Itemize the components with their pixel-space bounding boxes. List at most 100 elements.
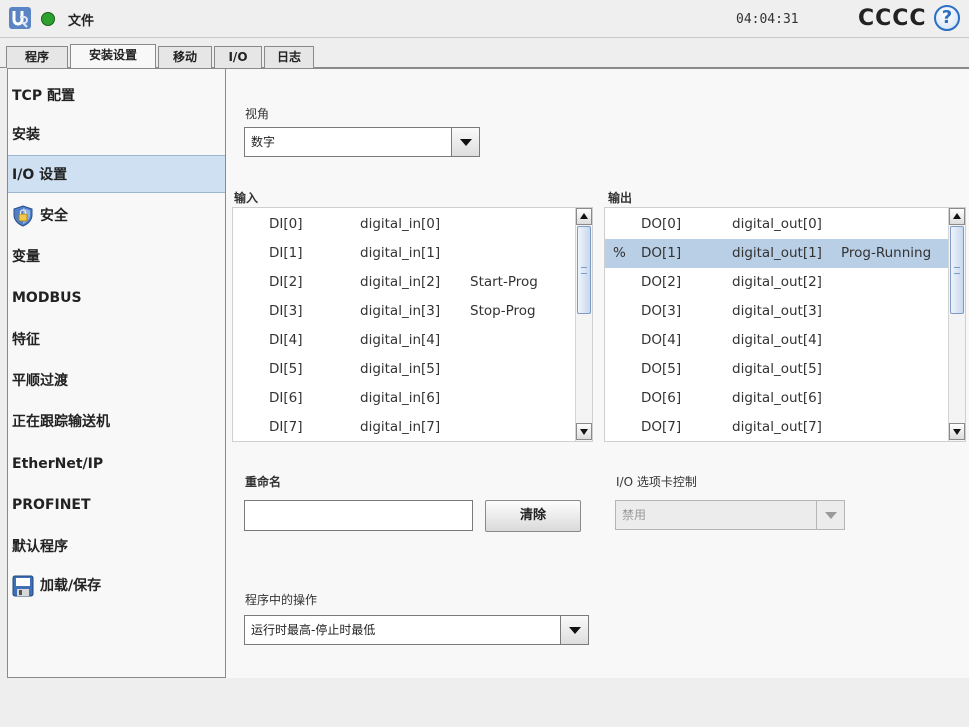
io-id: DI[6]	[269, 390, 303, 406]
io-id: DI[3]	[269, 303, 303, 319]
tab-installation[interactable]: 安装设置	[70, 44, 156, 69]
robot-name: CCCC	[858, 6, 927, 31]
io-name: digital_out[7]	[732, 419, 822, 435]
sidebar-item-conveyor-tracking[interactable]: 正在跟踪输送机	[8, 403, 225, 441]
io-name: digital_out[3]	[732, 303, 822, 319]
table-row[interactable]: % DO[1] digital_out[1] Prog-Running	[605, 239, 965, 268]
table-row[interactable]: DI[5] digital_in[5]	[233, 355, 592, 384]
program-action-value: 运行时最高-停止时最低	[251, 623, 376, 637]
ur-logo-icon	[9, 7, 31, 29]
view-label: 视角	[245, 107, 270, 121]
sidebar-item-features[interactable]: 特征	[8, 321, 225, 359]
input-scrollbar[interactable]	[575, 208, 592, 441]
io-id: DO[6]	[641, 390, 682, 406]
program-action-select[interactable]: 运行时最高-停止时最低	[244, 615, 589, 645]
sidebar-item-profinet[interactable]: PROFINET	[8, 486, 225, 524]
table-row[interactable]: DO[6] digital_out[6]	[605, 384, 965, 413]
io-id: DI[1]	[269, 245, 303, 261]
chevron-down-icon	[816, 501, 844, 529]
floppy-disk-icon	[12, 575, 34, 597]
view-select-value: 数字	[251, 135, 276, 149]
robot-status-icon[interactable]	[41, 12, 55, 26]
tab-log[interactable]: 日志	[264, 46, 314, 68]
sidebar-item-label: 安全	[40, 208, 68, 224]
scroll-down-icon[interactable]	[576, 423, 592, 440]
rename-label: 重命名	[245, 475, 282, 489]
table-row[interactable]: DI[4] digital_in[4]	[233, 326, 592, 355]
io-name: digital_out[6]	[732, 390, 822, 406]
sidebar-item-label: MODBUS	[12, 290, 82, 306]
scroll-up-icon[interactable]	[576, 208, 592, 225]
io-tab-control-value: 禁用	[622, 508, 647, 522]
sidebar-item-mounting[interactable]: 安装	[8, 116, 225, 154]
sidebar-item-io-setup[interactable]: I/O 设置	[8, 155, 225, 193]
io-name: digital_out[4]	[732, 332, 822, 348]
sidebar-item-safety[interactable]: 安全	[8, 197, 225, 235]
input-list[interactable]: DI[7] digital_in[7] DI[6] digital_in[6] DI[5…	[232, 207, 593, 442]
table-row[interactable]: DO[7] digital_out[7]	[605, 413, 965, 441]
io-tab-control-label: I/O 选项卡控制	[616, 475, 697, 489]
sidebar-item-label: 变量	[12, 249, 40, 265]
installation-sidebar: TCP 配置 安装 I/O 设置 安全 变量 MODBUS 特征 平顺过渡 正在…	[7, 68, 226, 678]
sidebar-item-modbus[interactable]: MODBUS	[8, 279, 225, 317]
io-id: DI[5]	[269, 361, 303, 377]
help-icon[interactable]: ?	[934, 5, 960, 31]
chevron-down-icon[interactable]	[451, 128, 479, 156]
scrollbar-thumb[interactable]	[577, 226, 591, 314]
table-row[interactable]: DI[2] digital_in[2] Start-Prog	[233, 268, 592, 297]
table-row[interactable]: DI[6] digital_in[6]	[233, 384, 592, 413]
scroll-up-icon[interactable]	[949, 208, 965, 225]
table-row[interactable]: DI[7] digital_in[7]	[233, 413, 592, 441]
io-name: digital_out[1]	[732, 245, 822, 261]
io-mode-marker: %	[613, 245, 626, 261]
sidebar-item-label: 特征	[12, 332, 40, 348]
io-id: DO[7]	[641, 419, 682, 435]
sidebar-item-ethernet-ip[interactable]: EtherNet/IP	[8, 445, 225, 483]
file-menu[interactable]: 文件	[68, 10, 94, 29]
table-row[interactable]: DO[0] digital_out[0]	[605, 210, 965, 239]
sidebar-item-variables[interactable]: 变量	[8, 238, 225, 276]
sidebar-item-label: TCP 配置	[12, 88, 75, 104]
io-setup-panel: 视角 数字 输入 输出 DI[7] digital_in[7] DI[6] digit…	[226, 68, 969, 678]
inputs-label: 输入	[234, 191, 259, 205]
table-row[interactable]: DO[3] digital_out[3]	[605, 297, 965, 326]
io-name: digital_in[3]	[360, 303, 441, 319]
table-row[interactable]: DO[2] digital_out[2]	[605, 268, 965, 297]
tab-io[interactable]: I/O	[214, 46, 262, 68]
sidebar-item-smooth-transition[interactable]: 平顺过渡	[8, 362, 225, 400]
scroll-down-icon[interactable]	[949, 423, 965, 440]
sidebar-item-label: 默认程序	[12, 539, 68, 555]
io-id: DI[4]	[269, 332, 303, 348]
io-name: digital_in[4]	[360, 332, 441, 348]
table-row[interactable]: DO[4] digital_out[4]	[605, 326, 965, 355]
output-list[interactable]: DO[7] digital_out[7] DO[6] digital_out[6] DO…	[604, 207, 966, 442]
view-select[interactable]: 数字	[244, 127, 480, 157]
output-scrollbar[interactable]	[948, 208, 965, 441]
io-alias: Stop-Prog	[470, 303, 536, 319]
sidebar-item-tcp-config[interactable]: TCP 配置	[8, 77, 225, 115]
tab-program[interactable]: 程序	[6, 46, 68, 68]
chevron-down-icon[interactable]	[560, 616, 588, 644]
scrollbar-thumb[interactable]	[950, 226, 964, 314]
outputs-label: 输出	[608, 191, 633, 205]
table-row[interactable]: DI[1] digital_in[1]	[233, 239, 592, 268]
sidebar-item-label: 安装	[12, 127, 40, 143]
io-name: digital_out[2]	[732, 274, 822, 290]
table-row[interactable]: DO[5] digital_out[5]	[605, 355, 965, 384]
io-name: digital_in[6]	[360, 390, 441, 406]
tab-move[interactable]: 移动	[158, 46, 212, 68]
clear-button[interactable]: 清除	[485, 500, 581, 532]
sidebar-item-default-program[interactable]: 默认程序	[8, 528, 225, 566]
io-id: DI[2]	[269, 274, 303, 290]
rename-input[interactable]	[244, 500, 473, 531]
sidebar-item-load-save[interactable]: 加载/保存	[8, 567, 225, 605]
io-id: DO[4]	[641, 332, 682, 348]
io-id: DO[1]	[641, 245, 682, 261]
io-name: digital_in[7]	[360, 419, 441, 435]
sidebar-item-label: 加载/保存	[40, 578, 102, 594]
table-row[interactable]: DI[0] digital_in[0]	[233, 210, 592, 239]
io-name: digital_in[0]	[360, 216, 441, 232]
shield-icon	[13, 205, 33, 227]
sidebar-item-label: 正在跟踪输送机	[12, 414, 110, 430]
table-row[interactable]: DI[3] digital_in[3] Stop-Prog	[233, 297, 592, 326]
